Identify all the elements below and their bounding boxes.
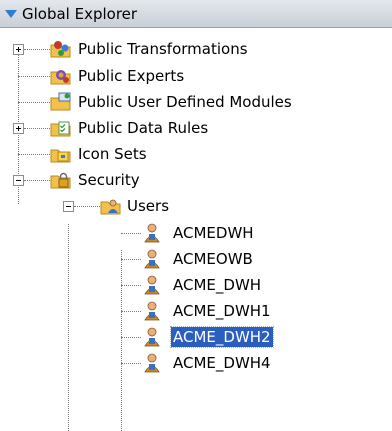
tree-guide-line [18,102,52,103]
user-icon [141,327,163,347]
tree-guide-line [121,233,141,234]
icon-sets-folder-icon [50,144,72,164]
tree-node-user-selected[interactable]: ACME_DWH2 [170,326,274,348]
global-explorer-panel: Global Explorer Public Transformations P… [0,0,392,431]
tree-guide-line [74,206,100,207]
tree-node-user[interactable]: ACMEOWB [171,249,255,269]
user-icon [141,353,163,373]
collapse-toggle-users[interactable] [63,201,74,212]
expand-toggle-public-data-rules[interactable] [13,123,24,134]
security-folder-icon [50,170,72,190]
users-group-icon [100,196,122,216]
experts-icon [50,66,72,86]
transformation-folder-icon [50,39,72,59]
user-icon [141,223,163,243]
tree-guide-line [121,311,141,312]
tree-guide-line [121,285,141,286]
tree-node-user[interactable]: ACME_DWH4 [171,353,273,373]
collapse-caret-icon[interactable] [5,9,17,18]
tree-guide-line [24,49,50,50]
tree-guide-line [18,76,52,77]
tree-guide-line [24,180,50,181]
tree-guide-line [68,224,69,431]
tree-node-security[interactable]: Security [76,170,142,190]
user-icon [141,275,163,295]
user-icon [141,249,163,269]
panel-title: Global Explorer [22,4,138,23]
user-icon [141,301,163,321]
panel-header[interactable]: Global Explorer [0,0,392,28]
tree-node-public-transformations[interactable]: Public Transformations [76,39,250,59]
tree-node-public-experts[interactable]: Public Experts [76,66,186,86]
tree-guide-line [18,154,52,155]
tree-node-public-user-defined-modules[interactable]: Public User Defined Modules [76,92,294,112]
tree-node-icon-sets[interactable]: Icon Sets [76,144,149,164]
tree-guide-line [121,250,122,431]
data-rules-folder-icon [50,118,72,138]
tree-node-user[interactable]: ACME_DWH [171,275,263,295]
tree-guide-line [121,363,141,364]
expand-toggle-public-transformations[interactable] [13,44,24,55]
tree-node-user[interactable]: ACMEDWH [171,223,256,243]
tree-guide-line [24,128,50,129]
tree-node-user[interactable]: ACME_DWH1 [171,301,273,321]
tree-guide-line [121,337,141,338]
tree-node-users[interactable]: Users [125,196,171,216]
explorer-tree: Public Transformations Public Experts Pu… [0,28,392,431]
tree-guide-line [121,259,141,260]
collapse-toggle-security[interactable] [13,175,24,186]
tree-node-public-data-rules[interactable]: Public Data Rules [76,118,210,138]
user-defined-modules-icon [50,92,72,112]
